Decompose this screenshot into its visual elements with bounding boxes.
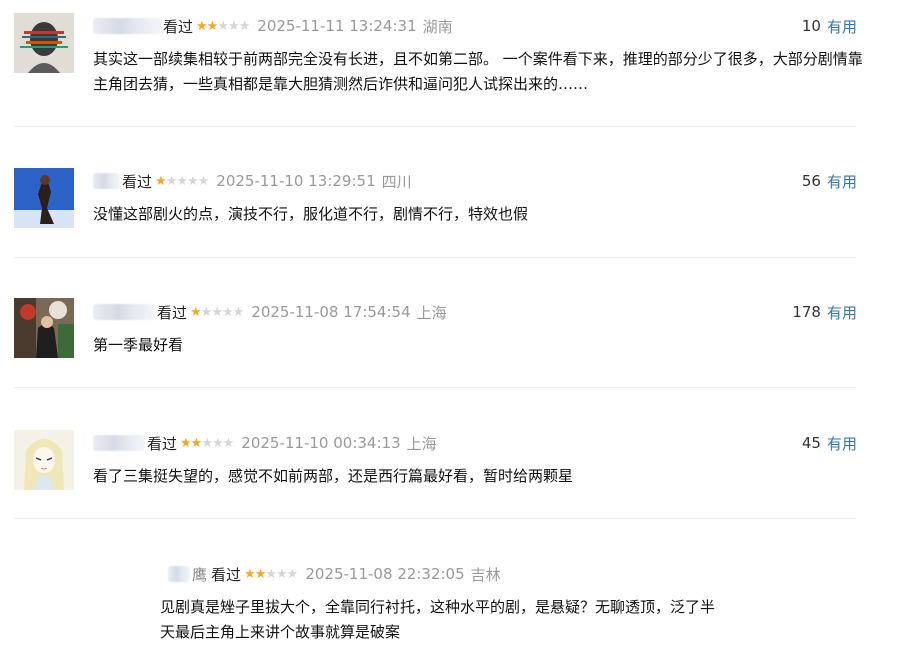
star-icon: ★ (265, 566, 277, 582)
comment-meta: 看过 ★ ★ ★ ★ ★ 2025-11-10 13:29:51 四川 (93, 169, 412, 193)
useful-vote: 178 有用 (792, 300, 857, 324)
useful-vote: 45 有用 (802, 431, 857, 455)
useful-vote: 56 有用 (802, 169, 857, 193)
rating-stars: ★ ★ ★ ★ ★ (190, 304, 245, 320)
star-icon: ★ (227, 18, 240, 34)
comment-location: 四川 (381, 172, 412, 191)
star-icon: ★ (196, 18, 208, 34)
star-icon: ★ (221, 304, 234, 320)
comment-location: 湖南 (422, 17, 453, 36)
comment-location: 吉林 (470, 565, 501, 584)
watch-status: 看过 (211, 565, 242, 584)
comment-meta: 看过 ★ ★ ★ ★ ★ 2025-11-10 00:34:13 上海 (93, 431, 437, 455)
useful-count: 178 (792, 303, 821, 321)
star-icon: ★ (155, 173, 167, 189)
star-icon: ★ (254, 566, 267, 582)
username[interactable] (93, 304, 155, 320)
comment-time: 2025-11-10 00:34:13 (241, 434, 401, 452)
username-suffix: 鹰 (192, 565, 208, 584)
useful-count: 45 (801, 434, 821, 452)
useful-button[interactable]: 有用 (827, 16, 857, 37)
star-icon: ★ (206, 18, 219, 34)
username[interactable] (93, 435, 145, 451)
username[interactable] (168, 566, 190, 582)
fade-overlay (0, 590, 175, 650)
star-icon: ★ (180, 435, 192, 451)
useful-button[interactable]: 有用 (827, 302, 857, 323)
comment-time: 2025-11-10 13:29:51 (216, 172, 376, 190)
star-icon: ★ (211, 304, 223, 320)
useful-button[interactable]: 有用 (827, 433, 857, 454)
divider (14, 257, 856, 258)
avatar[interactable] (14, 430, 74, 490)
star-icon: ★ (217, 18, 229, 34)
star-icon: ★ (286, 566, 299, 582)
avatar[interactable] (14, 13, 74, 73)
comment-meta: 看过 ★ ★ ★ ★ ★ 2025-11-08 17:54:54 上海 (93, 300, 447, 324)
comment-meta: 鹰 看过 ★ ★ ★ ★ ★ 2025-11-08 22:32:05 吉林 (168, 562, 501, 586)
useful-count: 10 (801, 17, 821, 35)
watch-status: 看过 (122, 172, 153, 191)
rating-stars: ★ ★ ★ ★ ★ (180, 435, 235, 451)
divider (14, 518, 856, 519)
comment-text: 第一季最好看 (93, 336, 184, 354)
useful-button[interactable]: 有用 (827, 171, 857, 192)
comment-meta: 看过 ★ ★ ★ ★ ★ 2025-11-11 13:24:31 湖南 (93, 14, 453, 38)
watch-status: 看过 (157, 303, 188, 322)
useful-count: 56 (801, 172, 821, 190)
star-icon: ★ (238, 18, 251, 34)
avatar[interactable] (14, 298, 74, 358)
star-icon: ★ (190, 435, 203, 451)
star-icon: ★ (232, 304, 245, 320)
comment-time: 2025-11-08 22:32:05 (305, 565, 465, 583)
star-icon: ★ (244, 566, 256, 582)
rating-stars: ★ ★ ★ ★ ★ (244, 566, 299, 582)
comment-text: 看了三集挺失望的，感觉不如前两部，还是西行篇最好看，暂时给两颗星 (93, 467, 574, 485)
comment-time: 2025-11-08 17:54:54 (251, 303, 411, 321)
divider (14, 126, 856, 127)
comment-text: 没懂这部剧火的点，演技不行，服化道不行，剧情不行，特效也假 (93, 205, 529, 223)
comment-location: 上海 (406, 434, 437, 453)
star-icon: ★ (222, 435, 235, 451)
star-icon: ★ (197, 173, 210, 189)
rating-stars: ★ ★ ★ ★ ★ (196, 18, 251, 34)
star-icon: ★ (276, 566, 288, 582)
comment-location: 上海 (416, 303, 447, 322)
star-icon: ★ (200, 304, 213, 320)
username[interactable] (93, 18, 161, 34)
comment-text: 见剧真是矬子里拔大个，全靠同行衬托，这种水平的剧，是悬疑？无聊透顶，泛了半天最后… (160, 598, 716, 641)
comment-text: 其实这一部续集相较于前两部完全没有长进，且不如第二部。 一个案件看下来，推理的部… (93, 50, 863, 93)
star-icon: ★ (211, 435, 224, 451)
star-icon: ★ (201, 435, 213, 451)
fade-overlay (705, 595, 905, 635)
star-icon: ★ (186, 173, 199, 189)
comment-time: 2025-11-11 13:24:31 (257, 17, 417, 35)
divider (14, 387, 856, 388)
avatar[interactable] (14, 168, 74, 228)
star-icon: ★ (176, 173, 188, 189)
rating-stars: ★ ★ ★ ★ ★ (155, 173, 210, 189)
watch-status: 看过 (147, 434, 178, 453)
useful-vote: 10 有用 (802, 14, 857, 38)
watch-status: 看过 (163, 17, 194, 36)
star-icon: ★ (165, 173, 178, 189)
star-icon: ★ (190, 304, 202, 320)
username[interactable] (93, 173, 120, 189)
